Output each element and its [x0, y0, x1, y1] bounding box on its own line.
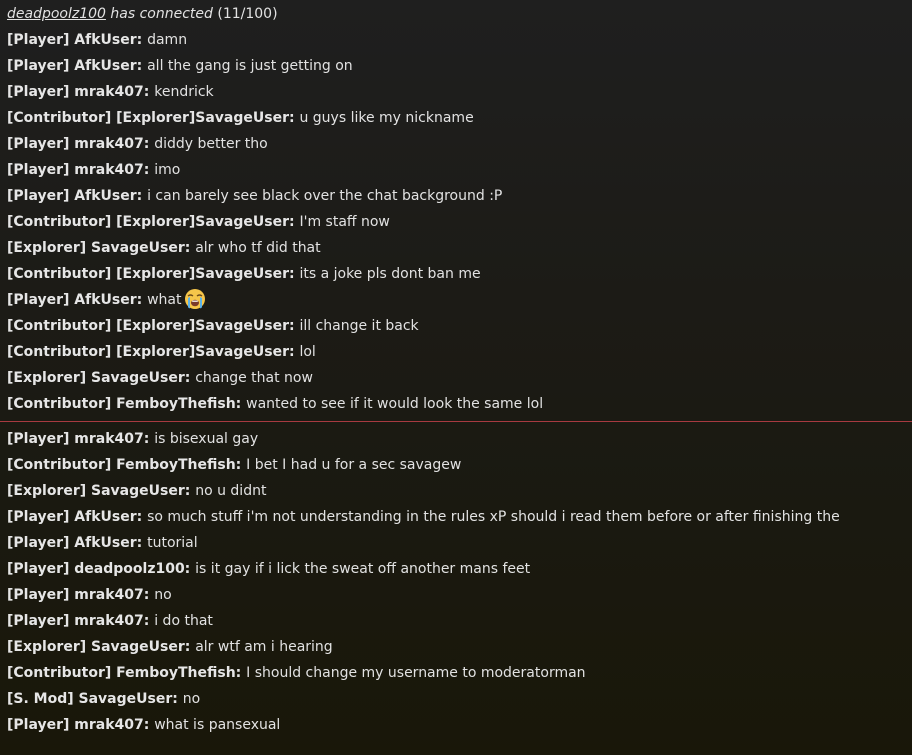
- chat-message: [S. Mod] SavageUser: no: [7, 686, 906, 712]
- message-text: its a joke pls dont ban me: [299, 266, 481, 282]
- message-sender[interactable]: [Contributor] [Explorer]SavageUser:: [7, 344, 299, 360]
- connection-text: has connected: [105, 6, 213, 22]
- message-sender[interactable]: [Player] mrak407:: [7, 136, 154, 152]
- chat-message: [Contributor] [Explorer]SavageUser: its …: [7, 261, 906, 287]
- message-sender[interactable]: [Contributor] FemboyThefish:: [7, 457, 246, 473]
- message-sender[interactable]: [Player] AfkUser:: [7, 509, 147, 525]
- chat-message: [Player] mrak407: is bisexual gay: [7, 426, 906, 452]
- chat-message: [Contributor] FemboyThefish: I bet I had…: [7, 452, 906, 478]
- chat-log: deadpoolz100 has connected (11/100) [Pla…: [0, 0, 912, 755]
- message-sender[interactable]: [Player] mrak407:: [7, 717, 154, 733]
- message-text: alr who tf did that: [195, 240, 321, 256]
- message-text: ill change it back: [299, 318, 419, 334]
- message-sender[interactable]: [Explorer] SavageUser:: [7, 639, 195, 655]
- message-text: i can barely see black over the chat bac…: [147, 188, 503, 204]
- message-text: is bisexual gay: [154, 431, 259, 447]
- message-text: what is pansexual: [154, 717, 281, 733]
- chat-message: [Player] mrak407: kendrick: [7, 79, 906, 105]
- message-sender[interactable]: [Player] mrak407:: [7, 587, 154, 603]
- chat-message: [Explorer] SavageUser: change that now: [7, 365, 906, 391]
- message-sender[interactable]: [Player] mrak407:: [7, 613, 154, 629]
- message-text: i do that: [154, 613, 213, 629]
- unread-divider: [0, 421, 912, 422]
- message-sender[interactable]: [S. Mod] SavageUser:: [7, 691, 183, 707]
- message-text: change that now: [195, 370, 313, 386]
- chat-message: [Player] mrak407: diddy better tho: [7, 131, 906, 157]
- message-sender[interactable]: [Player] deadpoolz100:: [7, 561, 195, 577]
- message-sender[interactable]: [Player] AfkUser:: [7, 58, 147, 74]
- chat-message: [Player] mrak407: i do that: [7, 608, 906, 634]
- connected-username[interactable]: deadpoolz100: [7, 6, 106, 22]
- message-sender[interactable]: [Player] AfkUser:: [7, 32, 147, 48]
- message-text: damn: [147, 32, 188, 48]
- message-sender[interactable]: [Contributor] FemboyThefish:: [7, 665, 246, 681]
- message-sender[interactable]: [Player] AfkUser:: [7, 292, 147, 308]
- message-text: what: [147, 292, 182, 308]
- chat-message: [Contributor] [Explorer]SavageUser: u gu…: [7, 105, 906, 131]
- chat-message: [Explorer] SavageUser: alr who tf did th…: [7, 235, 906, 261]
- chat-message: [Player] AfkUser: all the gang is just g…: [7, 53, 906, 79]
- message-text: wanted to see if it would look the same …: [246, 396, 544, 412]
- message-text: kendrick: [154, 84, 214, 100]
- chat-message: [Player] AfkUser: what: [7, 287, 906, 313]
- chat-message: [Player] mrak407: what is pansexual: [7, 712, 906, 738]
- message-text: all the gang is just getting on: [147, 58, 353, 74]
- message-text: alr wtf am i hearing: [195, 639, 333, 655]
- chat-message: [Contributor] [Explorer]SavageUser: ill …: [7, 313, 906, 339]
- message-text: is it gay if i lick the sweat off anothe…: [195, 561, 531, 577]
- message-sender[interactable]: [Player] mrak407:: [7, 84, 154, 100]
- chat-message: [Explorer] SavageUser: alr wtf am i hear…: [7, 634, 906, 660]
- message-text: I'm staff now: [299, 214, 390, 230]
- message-sender[interactable]: [Explorer] SavageUser:: [7, 483, 195, 499]
- message-sender[interactable]: [Contributor] [Explorer]SavageUser:: [7, 110, 299, 126]
- message-text: no u didnt: [195, 483, 267, 499]
- message-text: so much stuff i'm not understanding in t…: [147, 509, 840, 525]
- message-sender[interactable]: [Contributor] [Explorer]SavageUser:: [7, 318, 299, 334]
- message-text: I bet I had u for a sec savagew: [246, 457, 462, 473]
- message-text: no: [182, 691, 201, 707]
- message-sender[interactable]: [Contributor] [Explorer]SavageUser:: [7, 266, 299, 282]
- chat-message: [Contributor] FemboyThefish: I should ch…: [7, 660, 906, 686]
- chat-message: [Player] AfkUser: i can barely see black…: [7, 183, 906, 209]
- message-sender[interactable]: [Contributor] FemboyThefish:: [7, 396, 246, 412]
- message-sender[interactable]: [Player] mrak407:: [7, 162, 154, 178]
- message-sender[interactable]: [Player] AfkUser:: [7, 188, 147, 204]
- chat-message: [Contributor] FemboyThefish: wanted to s…: [7, 391, 906, 417]
- message-sender[interactable]: [Player] AfkUser:: [7, 535, 147, 551]
- message-text: diddy better tho: [154, 136, 268, 152]
- message-text: no: [154, 587, 172, 603]
- message-text: imo: [154, 162, 181, 178]
- message-sender[interactable]: [Explorer] SavageUser:: [7, 240, 195, 256]
- chat-message: [Contributor] [Explorer]SavageUser: I'm …: [7, 209, 906, 235]
- chat-message: [Player] deadpoolz100: is it gay if i li…: [7, 556, 906, 582]
- chat-message: [Explorer] SavageUser: no u didnt: [7, 478, 906, 504]
- loudly-crying-face-icon: [184, 288, 206, 310]
- message-text: lol: [299, 344, 316, 360]
- player-count: (11/100): [212, 6, 278, 22]
- chat-message: [Player] mrak407: no: [7, 582, 906, 608]
- message-text: tutorial: [147, 535, 198, 551]
- message-text: I should change my username to moderator…: [246, 665, 586, 681]
- chat-message: [Player] AfkUser: damn: [7, 27, 906, 53]
- message-sender[interactable]: [Explorer] SavageUser:: [7, 370, 195, 386]
- chat-message: [Player] AfkUser: tutorial: [7, 530, 906, 556]
- chat-message: [Player] AfkUser: so much stuff i'm not …: [7, 504, 906, 530]
- message-sender[interactable]: [Player] mrak407:: [7, 431, 154, 447]
- message-text: u guys like my nickname: [299, 110, 474, 126]
- connection-notice: deadpoolz100 has connected (11/100): [7, 1, 906, 27]
- chat-message: [Contributor] [Explorer]SavageUser: lol: [7, 339, 906, 365]
- message-sender[interactable]: [Contributor] [Explorer]SavageUser:: [7, 214, 299, 230]
- chat-message: [Player] mrak407: imo: [7, 157, 906, 183]
